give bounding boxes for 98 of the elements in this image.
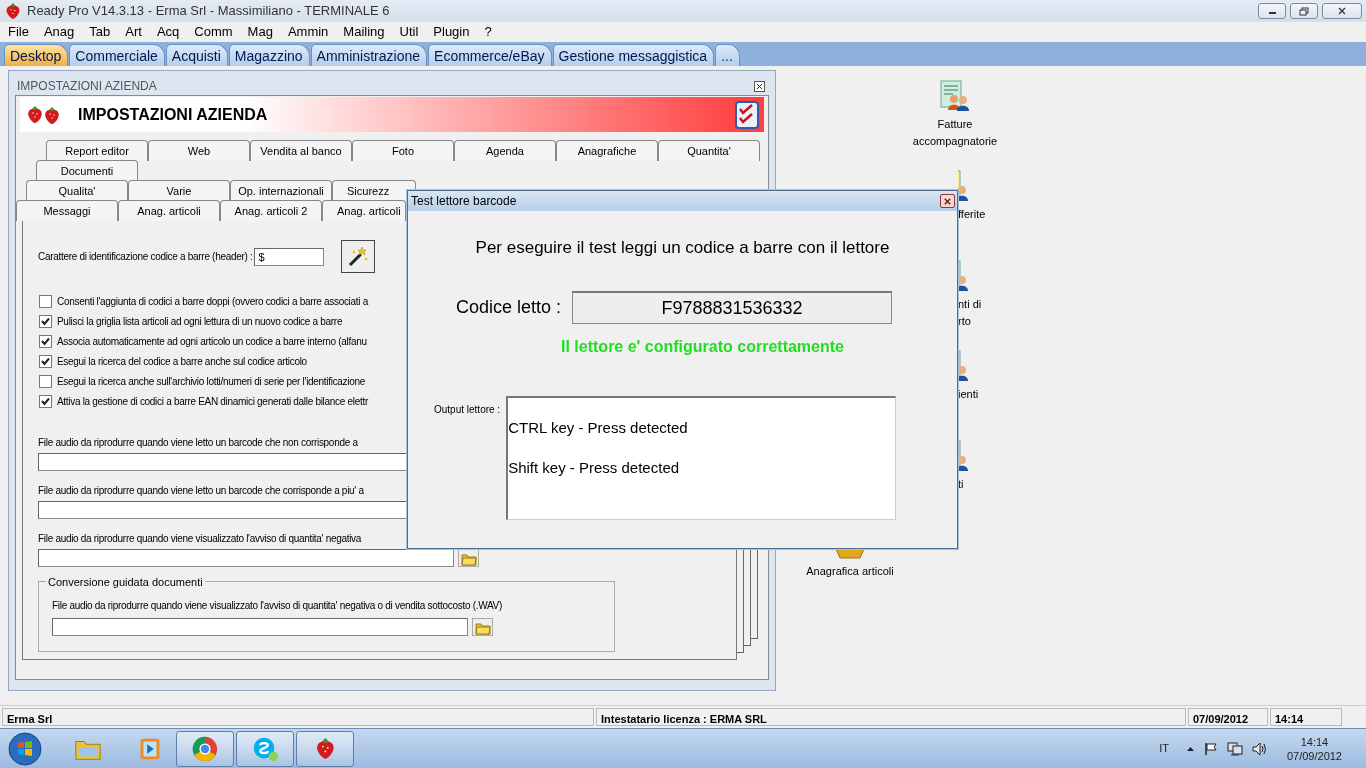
- minimize-button[interactable]: [1258, 3, 1286, 19]
- checkbox[interactable]: [39, 314, 52, 328]
- header-input-field[interactable]: $: [254, 247, 325, 266]
- file-path-field[interactable]: [52, 618, 468, 636]
- field-label: File audio da riprodurre quando viene visualizzato l'avviso di quantita' negativa: [38, 532, 362, 546]
- status-text: Intestatario licenza : ERMA SRL: [596, 708, 1186, 726]
- tab[interactable]: Op. internazionali: [230, 180, 332, 201]
- windows-logo-icon: [8, 731, 42, 766]
- checkbox[interactable]: [39, 354, 52, 368]
- window-title: Ready Pro V14.3.13 - Erma Srl - Massimiliano - TERMINALE 6: [27, 2, 390, 21]
- menu-item[interactable]: Tab: [83, 23, 120, 41]
- window-title: IMPOSTAZIONI AZIENDA: [17, 78, 157, 95]
- tab[interactable]: Vendita al banco: [250, 140, 352, 161]
- tab[interactable]: Web: [148, 140, 250, 161]
- tab[interactable]: Anag. articoli 2: [220, 200, 322, 221]
- close-button[interactable]: [754, 80, 765, 92]
- chevron-up-icon[interactable]: [1185, 745, 1195, 752]
- file-path-field[interactable]: [38, 549, 454, 567]
- tab[interactable]: Anag. articoli: [322, 200, 406, 221]
- tab[interactable]: Agenda: [454, 140, 556, 161]
- tab[interactable]: Acquisti: [165, 44, 228, 66]
- icon-label[interactable]: ienti: [958, 386, 979, 403]
- tab[interactable]: Anagrafiche: [556, 140, 658, 161]
- status-message: Il lettore e' configurato correttamente: [560, 336, 845, 357]
- field-label: Carattere di identificazione codice a barre (header) :: [38, 250, 253, 264]
- output-line: CTRL key - Press detected: [508, 419, 688, 436]
- close-icon: [1337, 6, 1347, 16]
- icon-label[interactable]: Anagrafica articoli: [806, 563, 894, 580]
- checkbox-label: Esegui la ricerca del codice a barre anche sul codice articolo: [57, 354, 307, 369]
- speaker-icon[interactable]: [1251, 741, 1268, 756]
- checkbox[interactable]: [39, 334, 52, 348]
- output-line: Shift key - Press detected: [508, 459, 680, 476]
- tab[interactable]: Qualita': [26, 180, 128, 201]
- menu-item[interactable]: Art: [119, 23, 151, 41]
- icon-label[interactable]: Fatture accompagnatorie: [910, 116, 1000, 149]
- tab[interactable]: Varie: [128, 180, 230, 201]
- menu-item[interactable]: Plugin: [427, 23, 479, 41]
- checkbox-label: Associa automaticamente ad ogni articolo un codice a barre interno (alfanu: [57, 334, 367, 349]
- tab[interactable]: Foto: [352, 140, 454, 161]
- menu-item[interactable]: Ammin: [281, 23, 338, 41]
- tab[interactable]: ...: [715, 44, 740, 66]
- tab[interactable]: Desktop: [4, 44, 69, 66]
- tab[interactable]: Ecommerce/eBay: [428, 44, 552, 66]
- tab[interactable]: Magazzino: [228, 44, 310, 66]
- checkbox-label: Consenti l'aggiunta di codici a barre doppi (ovvero codici a barre associati a: [57, 294, 368, 309]
- checkbox[interactable]: [39, 374, 52, 388]
- network-icon[interactable]: [1226, 741, 1243, 756]
- menu-item[interactable]: Acq: [150, 23, 189, 41]
- taskbar-app[interactable]: [236, 730, 294, 767]
- field-label: Output lettore :: [434, 402, 501, 417]
- menu-item[interactable]: ?: [478, 23, 501, 41]
- tab[interactable]: Quantita': [658, 140, 760, 161]
- language-indicator[interactable]: IT: [1159, 740, 1169, 757]
- flag-icon[interactable]: [1203, 741, 1218, 756]
- checkbox[interactable]: [39, 294, 52, 308]
- tab[interactable]: Messaggi: [16, 200, 118, 221]
- checkbox-label: Pulisci la griglia lista articoli ad ogni lettura di un nuovo codice a barre: [57, 314, 343, 329]
- tab[interactable]: Report editor: [46, 140, 148, 161]
- restore-button[interactable]: [1290, 3, 1318, 19]
- taskbar-app[interactable]: [296, 730, 354, 767]
- taskbar-app[interactable]: [176, 730, 234, 767]
- checklist-icon: [734, 99, 760, 130]
- menu-item[interactable]: File: [2, 23, 38, 41]
- browse-button[interactable]: [472, 618, 493, 636]
- close-icon: [943, 196, 952, 206]
- menu-item[interactable]: Anag: [37, 23, 84, 41]
- field-label: Codice letto :: [456, 295, 562, 319]
- field-label: File audio da riprodurre quando viene visualizzato l'avviso di quantita' negativa o di vendita sottocosto (.WAV): [52, 599, 502, 613]
- restore-icon: [1299, 6, 1309, 16]
- menu-item[interactable]: Mag: [241, 23, 282, 41]
- menu-item[interactable]: Mailing: [337, 23, 394, 41]
- checkbox[interactable]: [39, 394, 52, 408]
- banner-title: IMPOSTAZIONI AZIENDA: [78, 104, 268, 125]
- tab[interactable]: Anag. articoli: [118, 200, 220, 221]
- strawberry-icon: [5, 2, 21, 20]
- menu-item[interactable]: Comm: [188, 23, 242, 41]
- close-icon: [754, 80, 765, 92]
- tab[interactable]: Documenti: [36, 160, 138, 181]
- field-label: File audio da riprodurre quando viene letto un barcode che corrisponde a piu' a: [38, 484, 364, 498]
- tab[interactable]: Gestione messaggistica: [552, 44, 715, 66]
- magic-wand-icon: [347, 245, 370, 268]
- clock-date[interactable]: 07/09/2012: [1286, 748, 1342, 763]
- icon-label[interactable]: nti di rto: [958, 296, 992, 329]
- icon-label[interactable]: fferite: [958, 206, 986, 223]
- tab[interactable]: Commerciale: [69, 44, 165, 66]
- status-text: 07/09/2012: [1188, 708, 1268, 726]
- clock-time[interactable]: 14:14: [1300, 734, 1329, 749]
- status-text: Erma Srl: [2, 708, 594, 726]
- code-read-field: F9788831536332: [572, 290, 893, 324]
- instruction-text: Per eseguire il test leggi un codice a barre con il lettore: [474, 237, 891, 259]
- checkbox-label: Attiva la gestione di codici a barre EAN dinamici generati dalle bilance elettr: [57, 394, 368, 409]
- status-text: 14:14: [1270, 708, 1342, 726]
- checkbox-label: Esegui la ricerca anche sull'archivio lotti/numeri di serie per l'identificazione: [57, 374, 365, 389]
- tab[interactable]: Amministrazione: [310, 44, 428, 66]
- field-label: File audio da riprodurre quando viene letto un barcode che non corrisponde a: [38, 436, 358, 450]
- menu-item[interactable]: Util: [393, 23, 428, 41]
- close-button[interactable]: [940, 194, 955, 208]
- wizard-button[interactable]: [341, 240, 376, 273]
